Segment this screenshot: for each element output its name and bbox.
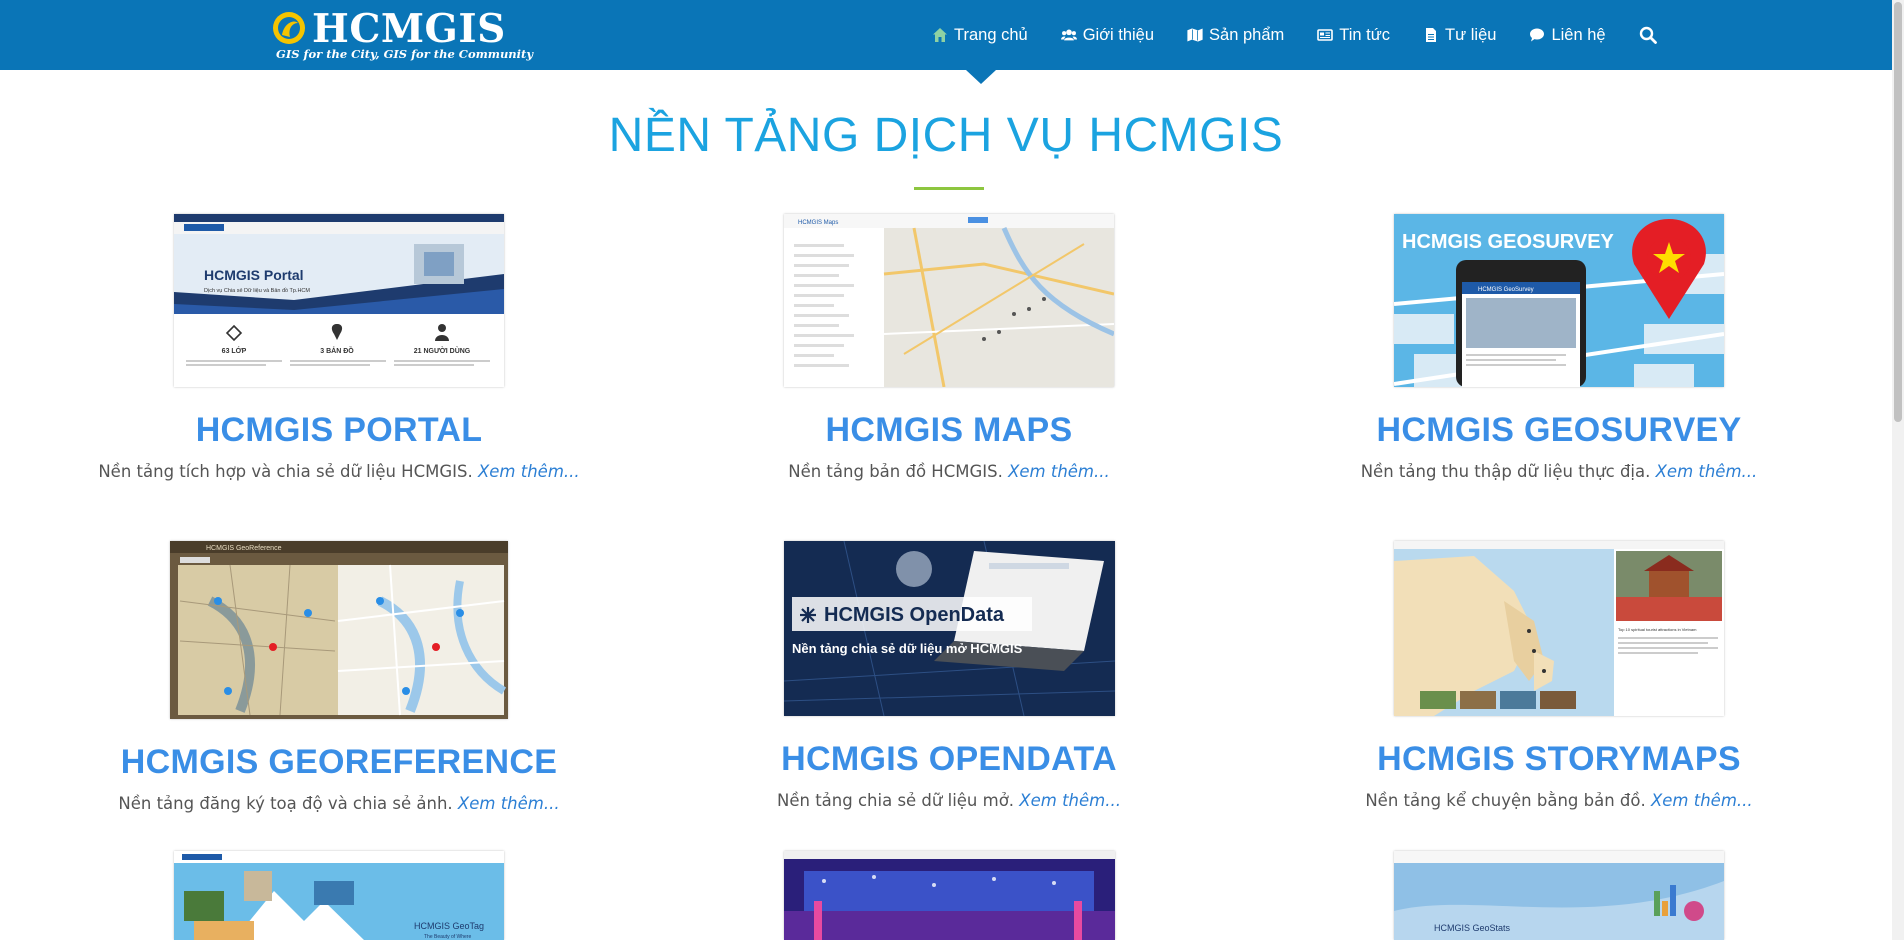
geosurvey-thumbnail[interactable]: HCMGIS GEOSURVEY HCMGIS GeoSurvey — [1394, 214, 1724, 387]
card-event — [669, 851, 1229, 940]
nav-label: Trang chủ — [954, 25, 1028, 44]
logo-mark-icon — [273, 12, 305, 44]
section-title: NỀN TẢNG DỊCH VỤ HCMGIS — [608, 109, 1284, 162]
read-more-link[interactable]: Xem thêm... — [1008, 462, 1110, 481]
card-storymaps: Top 10 spiritual tourist attractions in … — [1279, 541, 1839, 810]
read-more-link[interactable]: Xem thêm... — [1651, 791, 1753, 810]
opendata-thumb-subheading: Nền tảng chia sẻ dữ liệu mở HCMGIS — [792, 641, 1023, 656]
nav-item-home[interactable]: Trang chủ — [932, 26, 1028, 45]
geosurvey-app-title: HCMGIS GeoSurvey — [1478, 287, 1534, 293]
card-desc-georeference: Nền tảng đăng ký toạ độ và chia sẻ ảnh. … — [59, 794, 619, 813]
card-title-geosurvey[interactable]: HCMGIS GEOSURVEY — [1279, 411, 1839, 450]
geotag-thumb-heading: HCMGIS GeoTag — [414, 921, 484, 931]
nav-label: Tư liệu — [1445, 25, 1497, 44]
portal-thumbnail[interactable]: HCMGIS Portal Dịch vụ Chia sẻ Dữ liệu và… — [174, 214, 504, 387]
nav-item-contact[interactable]: Liên hệ — [1529, 25, 1606, 45]
card-desc-text: Nền tảng chia sẻ dữ liệu mở. — [777, 791, 1015, 810]
page-scrollbar[interactable] — [1892, 0, 1904, 940]
site-logo[interactable]: HCMGIS GIS for the City, GIS for the Com… — [272, 5, 533, 65]
opendata-thumbnail[interactable]: HCMGIS OpenData Nền tảng chia sẻ dữ liệu… — [783, 541, 1115, 716]
geotag-thumb-subheading: The Beauty of Where — [424, 934, 471, 940]
geotag-thumbnail[interactable]: HCMGIS GeoTag The Beauty of Where — [174, 851, 504, 940]
scrollbar-thumb[interactable] — [1894, 2, 1902, 422]
map-icon — [1187, 27, 1204, 43]
active-nav-caret — [966, 70, 996, 84]
card-desc-maps: Nền tảng bản đồ HCMGIS. Xem thêm... — [669, 462, 1229, 481]
card-desc-portal: Nền tảng tích hợp và chia sẻ dữ liệu HCM… — [59, 462, 619, 481]
title-divider — [914, 187, 984, 190]
read-more-link[interactable]: Xem thêm... — [1656, 462, 1758, 481]
search-button[interactable] — [1639, 26, 1657, 44]
portal-stat-users: 21 NGƯỜI DÙNG — [414, 346, 471, 355]
opendata-thumb-heading: HCMGIS OpenData — [824, 604, 1005, 626]
card-title-portal[interactable]: HCMGIS PORTAL — [59, 411, 619, 450]
storymaps-thumb-heading: Top 10 spiritual tourist attractions in … — [1618, 627, 1697, 632]
users-icon — [1060, 29, 1077, 41]
main-nav: Trang chủ Giới thiệu Sản phẩm Tin tức Tư… — [932, 0, 1657, 70]
geostats-thumb-heading: HCMGIS GeoStats — [1434, 923, 1511, 933]
search-icon — [1639, 26, 1657, 44]
chat-icon — [1530, 28, 1545, 42]
nav-label: Tin tức — [1339, 25, 1391, 44]
card-geotag: HCMGIS GeoTag The Beauty of Where — [59, 851, 619, 940]
nav-label: Liên hệ — [1551, 25, 1606, 44]
maps-thumbnail[interactable]: HCMGIS Maps — [784, 214, 1114, 387]
newspaper-icon — [1317, 29, 1334, 41]
storymaps-thumbnail[interactable]: Top 10 spiritual tourist attractions in … — [1394, 541, 1724, 716]
card-portal: HCMGIS Portal Dịch vụ Chia sẻ Dữ liệu và… — [59, 214, 619, 481]
card-geostats: HCMGIS GeoStats — [1279, 851, 1839, 940]
georeference-thumbnail[interactable]: HCMGIS GeoReference — [170, 541, 508, 719]
card-opendata: HCMGIS OpenData Nền tảng chia sẻ dữ liệu… — [669, 541, 1229, 810]
card-desc-text: Nền tảng đăng ký toạ độ và chia sẻ ảnh. — [118, 794, 453, 813]
site-header: HCMGIS GIS for the City, GIS for the Com… — [0, 0, 1904, 70]
geostats-thumbnail[interactable]: HCMGIS GeoStats — [1394, 851, 1724, 940]
card-desc-text: Nền tảng tích hợp và chia sẻ dữ liệu HCM… — [98, 462, 473, 481]
nav-item-news[interactable]: Tin tức — [1317, 26, 1390, 45]
nav-label: Sản phẩm — [1209, 25, 1285, 44]
portal-stat-layers: 63 LỚP — [222, 346, 247, 355]
card-title-opendata[interactable]: HCMGIS OPENDATA — [669, 740, 1229, 779]
geosurvey-thumb-heading: HCMGIS GEOSURVEY — [1402, 231, 1615, 253]
card-desc-storymaps: Nền tảng kể chuyện bằng bản đồ. Xem thêm… — [1279, 791, 1839, 810]
event-thumbnail[interactable] — [783, 851, 1115, 940]
nav-item-products[interactable]: Sản phẩm — [1187, 26, 1284, 45]
card-maps: HCMGIS Maps HCMGIS MAPS Nền tảng bản đồ … — [669, 214, 1229, 481]
card-title-georeference[interactable]: HCMGIS GEOREFERENCE — [59, 743, 619, 782]
read-more-link[interactable]: Xem thêm... — [478, 462, 580, 481]
card-desc-opendata: Nền tảng chia sẻ dữ liệu mở. Xem thêm... — [669, 791, 1229, 810]
nav-label: Giới thiệu — [1082, 25, 1155, 44]
nav-item-about[interactable]: Giới thiệu — [1060, 25, 1155, 45]
logo-tagline: GIS for the City, GIS for the Community — [276, 47, 534, 61]
read-more-link[interactable]: Xem thêm... — [458, 794, 560, 813]
card-geosurvey: HCMGIS GEOSURVEY HCMGIS GeoSurvey HCMGIS… — [1279, 214, 1839, 481]
nav-item-documents[interactable]: Tư liệu — [1423, 26, 1496, 45]
home-icon — [933, 28, 947, 42]
card-desc-text: Nền tảng kể chuyện bằng bản đồ. — [1365, 791, 1646, 810]
portal-thumb-subheading: Dịch vụ Chia sẻ Dữ liệu và Bản đồ Tp.HCM — [204, 288, 310, 294]
card-desc-geosurvey: Nền tảng thu thập dữ liệu thực địa. Xem … — [1279, 462, 1839, 481]
file-icon — [1426, 28, 1437, 42]
card-title-storymaps[interactable]: HCMGIS STORYMAPS — [1279, 740, 1839, 779]
card-georeference: HCMGIS GeoReference HCMGIS GEOREFERENCE … — [59, 541, 619, 813]
maps-thumb-heading: HCMGIS Maps — [798, 220, 838, 226]
card-title-maps[interactable]: HCMGIS MAPS — [669, 411, 1229, 450]
read-more-link[interactable]: Xem thêm... — [1019, 791, 1121, 810]
georeference-thumb-heading: HCMGIS GeoReference — [206, 545, 282, 552]
card-desc-text: Nền tảng thu thập dữ liệu thực địa. — [1360, 462, 1651, 481]
portal-thumb-heading: HCMGIS Portal — [204, 267, 304, 283]
card-desc-text: Nền tảng bản đồ HCMGIS. — [788, 462, 1003, 481]
logo-text: HCMGIS — [312, 6, 506, 52]
